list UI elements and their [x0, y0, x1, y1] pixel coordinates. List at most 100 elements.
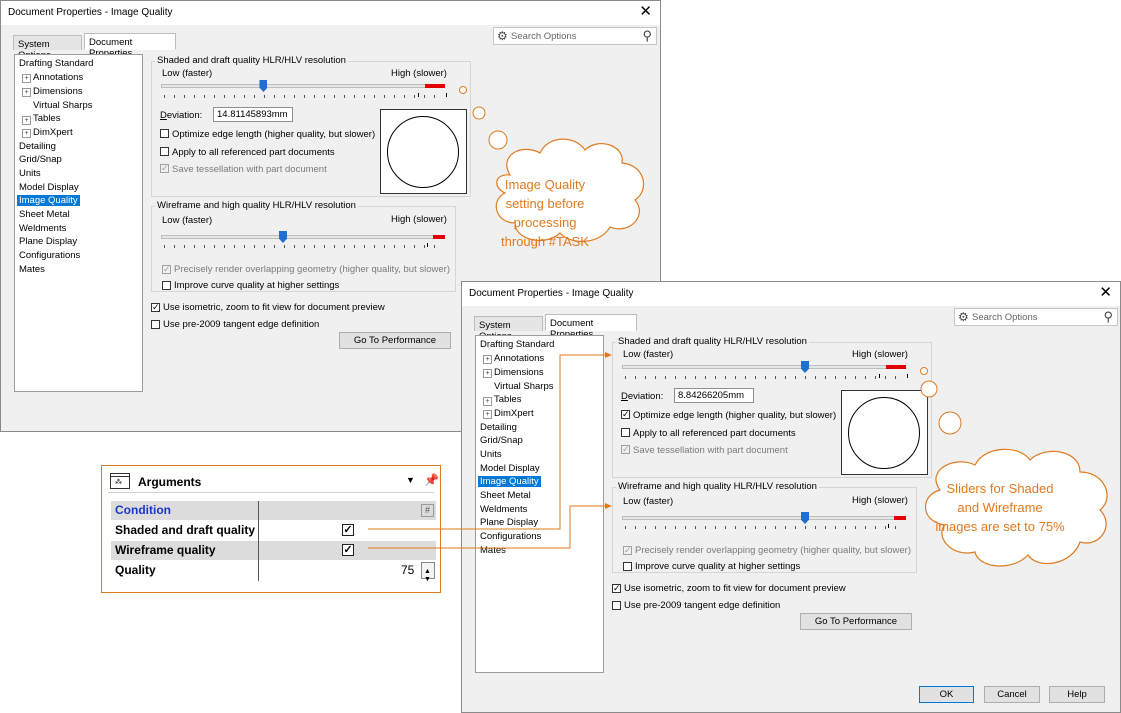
front-tree-image-quality[interactable]: Image Quality	[478, 476, 541, 487]
back-preview-circle	[387, 116, 459, 188]
front-tree-drafting-standard[interactable]: Drafting Standard	[480, 339, 554, 350]
wireframe-quality-row: Wireframe quality ✓	[111, 541, 436, 560]
arguments-header: ⁂ Arguments ▼ 📌	[108, 472, 439, 493]
front-expand-icon[interactable]: +	[483, 369, 492, 378]
front-expand-icon[interactable]: +	[483, 410, 492, 419]
help-button[interactable]: Help	[1049, 686, 1105, 703]
front-search-magnifier-icon[interactable]: ⚲	[1103, 309, 1113, 325]
front-wireframe-slider-track[interactable]	[622, 516, 906, 520]
back-curve-checkbox[interactable]	[162, 281, 171, 290]
spin-down-icon[interactable]: ▼	[424, 570, 431, 589]
back-tree-plane-display[interactable]: Plane Display	[19, 236, 77, 247]
back-tree-units[interactable]: Units	[19, 168, 41, 179]
front-search-gear-icon[interactable]: ⚙	[958, 310, 969, 324]
hash-icon[interactable]: #	[421, 504, 434, 517]
back-tree-dimxpert[interactable]: DimXpert	[33, 127, 73, 138]
back-options-tree[interactable]: Drafting Standard + Annotations + Dimens…	[14, 54, 143, 392]
front-tree-tables[interactable]: Tables	[494, 394, 521, 405]
back-close-icon[interactable]: ✕	[639, 3, 652, 21]
back-tree-model-display[interactable]: Model Display	[19, 182, 79, 193]
back-apply-checkbox[interactable]	[160, 147, 169, 156]
front-save-label: Save tessellation with part document	[633, 445, 788, 456]
front-curve-checkbox[interactable]	[623, 562, 632, 571]
back-deviation-label: Deviation:	[160, 110, 203, 121]
front-save-checkbox[interactable]: ✓	[621, 445, 630, 454]
front-shaded-low-label: Low (faster)	[623, 349, 674, 360]
front-expand-icon[interactable]: +	[483, 355, 492, 364]
front-close-icon[interactable]: ✕	[1099, 284, 1112, 302]
front-deviation-label: Deviation:	[621, 391, 664, 402]
front-optimize-checkbox[interactable]: ✓	[621, 410, 630, 419]
back-tree-tables[interactable]: Tables	[33, 113, 60, 124]
ok-button[interactable]: OK	[919, 686, 974, 703]
back-tree-image-quality[interactable]: Image Quality	[17, 195, 80, 206]
front-tree-virtual-sharps[interactable]: Virtual Sharps	[494, 381, 554, 392]
front-tree-detailing[interactable]: Detailing	[480, 422, 517, 433]
front-tree-weldments[interactable]: Weldments	[480, 504, 527, 515]
back-search-gear-icon[interactable]: ⚙	[497, 29, 508, 43]
back-tree-mates[interactable]: Mates	[19, 264, 45, 275]
arguments-dropdown-icon[interactable]: ▼	[406, 475, 415, 485]
cancel-button[interactable]: Cancel	[984, 686, 1040, 703]
front-apply-checkbox[interactable]	[621, 428, 630, 437]
back-pre2009-checkbox[interactable]	[151, 320, 160, 329]
back-tab-system-options[interactable]: System Options	[13, 35, 82, 61]
back-wireframe-slider-track[interactable]	[161, 235, 445, 239]
back-expand-icon[interactable]: +	[22, 74, 31, 83]
back-deviation-field[interactable]: 14.81145893mm	[213, 107, 293, 122]
front-isometric-checkbox[interactable]: ✓	[612, 584, 621, 593]
back-tree-configurations[interactable]: Configurations	[19, 250, 80, 261]
back-expand-icon[interactable]: +	[22, 129, 31, 138]
front-tree-dimensions[interactable]: Dimensions	[494, 367, 544, 378]
front-go-to-performance-button[interactable]: Go To Performance	[800, 613, 912, 630]
back-shaded-slider-track[interactable]	[161, 84, 445, 88]
front-tree-sheet-metal[interactable]: Sheet Metal	[480, 490, 531, 501]
back-go-to-performance-button[interactable]: Go To Performance	[339, 332, 451, 349]
back-tree-grid-snap[interactable]: Grid/Snap	[19, 154, 62, 165]
back-wireframe-slider-red-zone	[433, 235, 445, 239]
back-isometric-checkbox[interactable]: ✓	[151, 303, 160, 312]
arguments-pin-icon[interactable]: 📌	[424, 473, 439, 487]
back-optimize-checkbox[interactable]	[160, 129, 169, 138]
front-shaded-slider-red-zone	[886, 365, 906, 369]
front-shaded-slider-track[interactable]	[622, 365, 906, 369]
back-tree-dimensions[interactable]: Dimensions	[33, 86, 83, 97]
front-tree-units[interactable]: Units	[480, 449, 502, 460]
back-tree-sheet-metal[interactable]: Sheet Metal	[19, 209, 70, 220]
back-tree-drafting-standard[interactable]: Drafting Standard	[19, 58, 93, 69]
back-tree-detailing[interactable]: Detailing	[19, 141, 56, 152]
front-tree-grid-snap[interactable]: Grid/Snap	[480, 435, 523, 446]
front-precise-checkbox[interactable]: ✓	[623, 546, 632, 555]
front-tree-mates[interactable]: Mates	[480, 545, 506, 556]
back-save-checkbox[interactable]: ✓	[160, 164, 169, 173]
shaded-quality-checkbox[interactable]: ✓	[342, 524, 354, 536]
quality-spinner[interactable]: ▲ ▼	[421, 562, 435, 583]
back-tab-document-properties[interactable]: Document Properties	[84, 33, 176, 59]
quality-label: Quality	[115, 563, 156, 577]
front-tree-configurations[interactable]: Configurations	[480, 531, 541, 542]
back-shaded-low-label: Low (faster)	[162, 68, 213, 79]
back-expand-icon[interactable]: +	[22, 116, 31, 125]
back-precise-checkbox[interactable]: ✓	[162, 265, 171, 274]
front-tree-plane-display[interactable]: Plane Display	[480, 517, 538, 528]
front-deviation-field[interactable]: 8.84266205mm	[674, 388, 754, 403]
front-options-tree[interactable]: Drafting Standard + Annotations + Dimens…	[475, 335, 604, 673]
back-search-magnifier-icon[interactable]: ⚲	[642, 28, 652, 44]
back-wireframe-low-label: Low (faster)	[162, 215, 213, 226]
back-shaded-indicator-circle	[459, 86, 467, 94]
back-tree-annotations[interactable]: Annotations	[33, 72, 83, 83]
front-tree-model-display[interactable]: Model Display	[480, 463, 540, 474]
back-expand-icon[interactable]: +	[22, 88, 31, 97]
front-tab-document-properties[interactable]: Document Properties	[545, 314, 637, 340]
back-tree-virtual-sharps[interactable]: Virtual Sharps	[33, 100, 93, 111]
quality-value[interactable]: 75	[401, 561, 414, 580]
front-expand-icon[interactable]: +	[483, 397, 492, 406]
front-pre2009-checkbox[interactable]	[612, 601, 621, 610]
front-tree-annotations[interactable]: Annotations	[494, 353, 544, 364]
wireframe-quality-checkbox[interactable]: ✓	[342, 544, 354, 556]
back-search-box[interactable]: ⚙ Search Options ⚲	[493, 27, 657, 45]
front-search-box[interactable]: ⚙ Search Options ⚲	[954, 308, 1118, 326]
front-tab-system-options[interactable]: System Options	[474, 316, 543, 342]
front-tree-dimxpert[interactable]: DimXpert	[494, 408, 534, 419]
back-tree-weldments[interactable]: Weldments	[19, 223, 66, 234]
